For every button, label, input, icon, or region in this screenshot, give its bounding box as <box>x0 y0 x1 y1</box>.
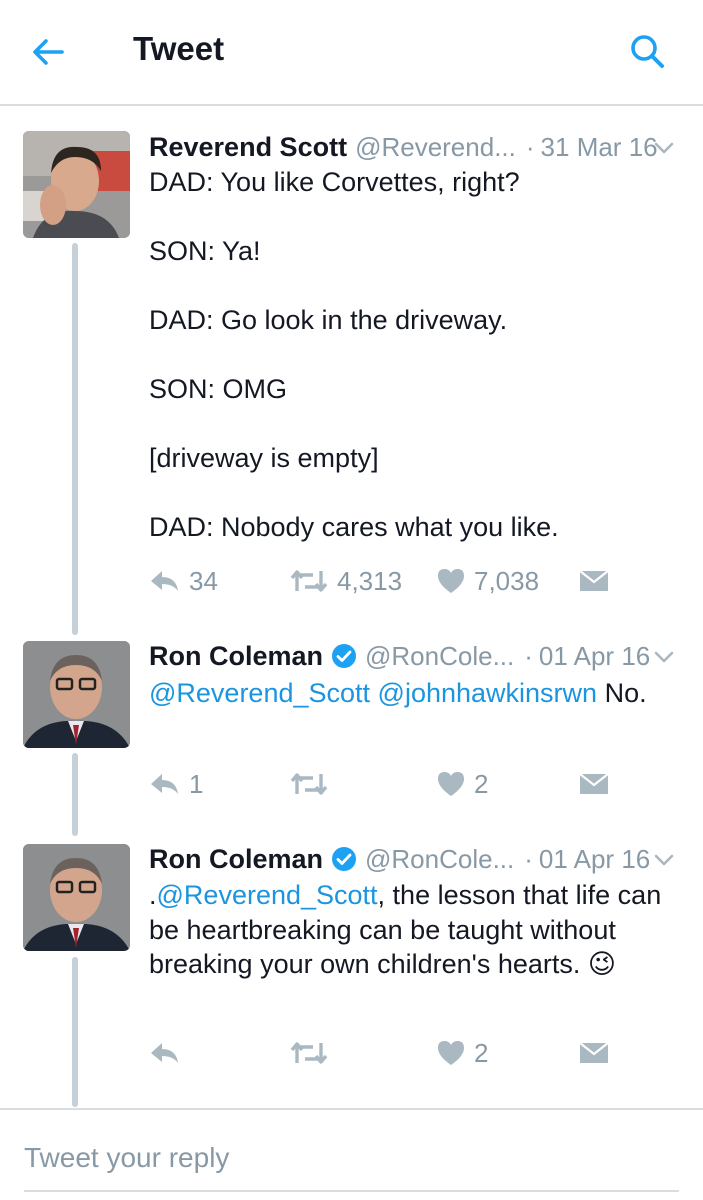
reply-icon <box>151 571 178 591</box>
avatar[interactable] <box>23 131 130 238</box>
tweet-menu-button[interactable] <box>651 644 677 670</box>
tweet-actions: 2 <box>149 1033 619 1073</box>
display-name[interactable]: Ron Coleman <box>149 844 323 875</box>
reply-input-underline <box>24 1190 679 1192</box>
tweet[interactable]: Ron Coleman @RonCole... · 01 Apr 16 @Rev… <box>0 638 703 818</box>
heart-icon <box>438 1041 464 1065</box>
display-name[interactable]: Reverend Scott <box>149 132 347 163</box>
heart-icon <box>438 772 464 796</box>
mention-link[interactable]: @Reverend_Scott <box>149 678 370 708</box>
tweet-header: Ron Coleman @RonCole... · 01 Apr 16 <box>149 638 689 674</box>
like-count: 7,038 <box>474 565 540 596</box>
chevron-down-icon <box>654 651 674 663</box>
retweet-icon <box>290 570 328 592</box>
reply-composer <box>0 1108 703 1200</box>
envelope-icon <box>579 773 609 794</box>
avatar-photo-icon <box>23 641 130 748</box>
reply-button[interactable]: 1 <box>149 764 203 804</box>
mention-link[interactable]: @johnhawkinsrwn <box>378 678 598 708</box>
wink-emoji-icon: 😉 <box>587 949 617 979</box>
tweet-header: Reverend Scott @Reverend... · 31 Mar 16 <box>149 129 689 165</box>
separator-dot: · <box>525 131 535 162</box>
username[interactable]: @RonCole... <box>365 641 514 672</box>
retweet-icon <box>290 773 328 795</box>
page-title: Tweet <box>133 30 225 67</box>
verified-badge-icon <box>332 847 357 871</box>
tweet-text: DAD: You like Corvettes, right? SON: Ya!… <box>149 165 689 545</box>
retweet-button[interactable] <box>289 764 337 804</box>
arrow-left-icon <box>33 39 64 65</box>
direct-message-button[interactable] <box>579 764 609 804</box>
retweet-button[interactable] <box>289 1033 337 1073</box>
tweet-text-prefix: . <box>149 880 157 910</box>
avatar-photo-icon <box>23 131 130 238</box>
timestamp[interactable]: 01 Apr 16 <box>539 641 650 672</box>
separator-dot: · <box>524 843 533 874</box>
tweet-line: [driveway is empty] <box>149 443 379 473</box>
tweet-text: .@Reverend_Scott, the lesson that life c… <box>149 878 689 982</box>
username[interactable]: @RonCole... <box>365 844 514 875</box>
tweet[interactable]: Ron Coleman @RonCole... · 01 Apr 16 .@Re… <box>0 841 703 1091</box>
envelope-icon <box>579 570 609 591</box>
tweet-line: DAD: Nobody cares what you like. <box>149 512 559 542</box>
retweet-count: 4,313 <box>337 565 403 596</box>
reply-icon <box>151 774 178 794</box>
tweet-line: DAD: You like Corvettes, right? <box>149 167 520 197</box>
timestamp[interactable]: 01 Apr 16 <box>539 844 650 875</box>
tweet[interactable]: Reverend Scott @Reverend... · 31 Mar 16 … <box>0 129 703 609</box>
mention-link[interactable]: @Reverend_Scott <box>157 880 378 910</box>
envelope-icon <box>579 1042 609 1063</box>
reply-count: 34 <box>189 565 218 596</box>
heart-icon <box>438 569 464 593</box>
retweet-button[interactable]: 4,313 <box>289 561 402 601</box>
verified-badge-icon <box>332 644 357 668</box>
chevron-down-icon <box>654 854 674 866</box>
display-name[interactable]: Ron Coleman <box>149 641 323 672</box>
reply-icon <box>151 1043 178 1063</box>
username[interactable]: @Reverend... <box>355 132 516 163</box>
reply-count: 1 <box>189 768 204 799</box>
like-count: 2 <box>474 768 489 799</box>
like-button[interactable]: 7,038 <box>436 561 539 601</box>
reply-input[interactable] <box>24 1138 679 1178</box>
direct-message-button[interactable] <box>579 561 609 601</box>
tweet-header: Ron Coleman @RonCole... · 01 Apr 16 <box>149 841 689 877</box>
avatar[interactable] <box>23 844 130 951</box>
tweet-line: SON: Ya! <box>149 236 261 266</box>
tweet-actions: 34 4,313 7,038 <box>149 561 619 601</box>
tweet-menu-button[interactable] <box>651 135 677 161</box>
avatar[interactable] <box>23 641 130 748</box>
tweet-actions: 1 2 <box>149 764 619 804</box>
chevron-down-icon <box>654 142 674 154</box>
direct-message-button[interactable] <box>579 1033 609 1073</box>
retweet-icon <box>290 1042 328 1064</box>
reply-button[interactable]: 34 <box>149 561 218 601</box>
back-button[interactable] <box>28 32 68 72</box>
like-count: 2 <box>474 1037 489 1068</box>
top-app-bar: Tweet <box>0 0 703 106</box>
avatar-photo-icon <box>23 844 130 951</box>
search-icon <box>631 35 664 68</box>
tweet-text: @Reverend_Scott @johnhawkinsrwn No. <box>149 676 689 711</box>
like-button[interactable]: 2 <box>436 1033 488 1073</box>
search-button[interactable] <box>626 30 670 74</box>
tweet-line: SON: OMG <box>149 374 288 404</box>
reply-button[interactable] <box>149 1033 189 1073</box>
separator-dot: · <box>524 640 533 671</box>
timestamp[interactable]: 31 Mar 16 <box>541 132 658 163</box>
tweet-menu-button[interactable] <box>651 847 677 873</box>
tweet-line: DAD: Go look in the driveway. <box>149 305 508 335</box>
like-button[interactable]: 2 <box>436 764 488 804</box>
tweet-text-content: No. <box>597 678 647 708</box>
